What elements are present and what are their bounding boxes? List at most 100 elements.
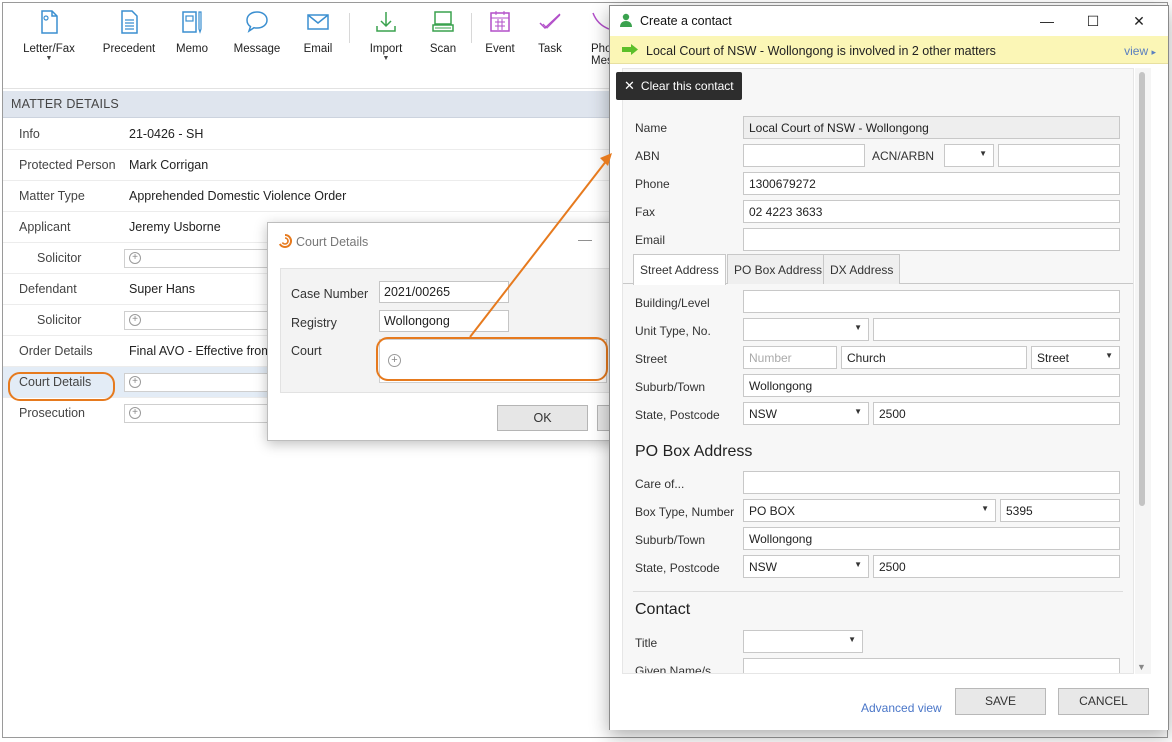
import-label: Import <box>369 43 403 55</box>
tab-street-address[interactable]: Street Address <box>633 254 726 285</box>
precedent-button[interactable]: Precedent <box>98 7 160 73</box>
chevron-down-icon: ▼ <box>1105 351 1113 360</box>
title-select[interactable]: ▼ <box>743 630 863 653</box>
postcode-input[interactable]: 2500 <box>873 402 1120 425</box>
street-number-input[interactable]: Number <box>743 346 837 369</box>
acn-type-select[interactable]: ▼ <box>944 144 994 167</box>
event-icon <box>490 11 510 32</box>
street-label: Street <box>635 352 668 366</box>
memo-label: Memo <box>176 43 208 55</box>
ribbon-separator <box>349 13 350 43</box>
case-number-label: Case Number <box>291 287 369 301</box>
care-of-label: Care of... <box>635 477 685 491</box>
import-icon <box>376 12 396 32</box>
tab-dx-address[interactable]: DX Address <box>823 254 901 284</box>
given-name-input[interactable] <box>743 658 1120 673</box>
info-label: Info <box>19 127 40 141</box>
box-type-select[interactable]: PO BOX ▼ <box>743 499 996 522</box>
abn-label: ABN <box>635 149 660 163</box>
unit-label: Unit Type, No. <box>635 324 711 338</box>
po-state-select[interactable]: NSW ▼ <box>743 555 869 578</box>
scrollbar-thumb[interactable] <box>1139 72 1145 506</box>
scan-button[interactable]: Scan <box>421 7 465 73</box>
tab-po-box-address[interactable]: PO Box Address <box>727 254 830 284</box>
unit-number-input[interactable] <box>873 318 1120 341</box>
state-select[interactable]: NSW ▼ <box>743 402 869 425</box>
maximize-icon[interactable]: ☐ <box>1082 10 1104 32</box>
chevron-down-icon: ▼ <box>854 560 862 569</box>
suburb-label: Suburb/Town <box>635 380 706 394</box>
email-icon <box>307 14 329 30</box>
acn-input[interactable] <box>998 144 1120 167</box>
phone-input[interactable]: 1300679272 <box>743 172 1120 195</box>
minimize-icon[interactable]: — <box>1036 10 1058 32</box>
create-contact-window: Create a contact — ☐ ✕ Local Court of NS… <box>609 5 1169 730</box>
ribbon-separator <box>471 13 472 43</box>
box-type-label: Box Type, Number <box>635 505 735 519</box>
building-input[interactable] <box>743 290 1120 313</box>
applicant-label: Applicant <box>19 220 71 234</box>
protected-person-value: Mark Corrigan <box>129 158 209 172</box>
care-of-input[interactable] <box>743 471 1120 494</box>
court-details-title-text: Court Details <box>296 235 369 249</box>
order-details-value: Final AVO - Effective from <box>129 344 272 358</box>
po-suburb-input[interactable]: Wollongong <box>743 527 1120 550</box>
phone-message-label-line2: Mess <box>591 55 609 67</box>
task-icon <box>539 13 561 30</box>
message-button[interactable]: Message <box>225 7 289 73</box>
close-icon[interactable]: ✕ <box>1128 10 1150 32</box>
cancel-button[interactable]: CANCEL <box>1058 688 1149 715</box>
phone-message-button[interactable]: Pho Mess <box>575 7 609 73</box>
import-button[interactable]: Import ▼ <box>359 7 413 73</box>
given-name-label: Given Name/s <box>635 664 712 674</box>
form-scrollbar[interactable]: ▼ <box>1135 68 1151 674</box>
letter-fax-button[interactable]: Letter/Fax ▼ <box>17 7 81 73</box>
abn-input[interactable] <box>743 144 865 167</box>
defendant-label: Defendant <box>19 282 77 296</box>
event-button[interactable]: Event <box>478 7 522 73</box>
name-label: Name <box>635 121 668 135</box>
task-button[interactable]: Task <box>531 7 569 73</box>
email-input[interactable] <box>743 228 1120 251</box>
ok-button[interactable]: OK <box>497 405 588 431</box>
po-postcode-input[interactable]: 2500 <box>873 555 1120 578</box>
add-icon: + <box>129 376 141 388</box>
memo-button[interactable]: Memo <box>167 7 217 73</box>
street-name-input[interactable]: Church <box>841 346 1027 369</box>
chevron-down-icon: ▼ <box>979 149 987 158</box>
view-link[interactable]: view ▸ <box>1124 44 1156 58</box>
email-button[interactable]: Email <box>295 7 341 73</box>
matter-type-value: Apprehended Domestic Violence Order <box>129 189 347 203</box>
scroll-down-icon[interactable]: ▼ <box>1137 662 1146 672</box>
unit-type-select[interactable]: ▼ <box>743 318 869 341</box>
clear-contact-label: Clear this contact <box>640 79 734 93</box>
add-icon: + <box>129 407 141 419</box>
minimize-icon[interactable]: — <box>578 231 592 247</box>
po-state-value: NSW <box>749 560 777 574</box>
phone-message-icon <box>592 12 609 30</box>
chevron-down-icon: ▼ <box>382 55 390 62</box>
suburb-input[interactable]: Wollongong <box>743 374 1120 397</box>
email-label: Email <box>635 233 666 247</box>
name-input[interactable]: Local Court of NSW - Wollongong <box>743 116 1120 139</box>
clear-contact-button[interactable]: ✕ Clear this contact <box>616 72 742 100</box>
case-number-input[interactable]: 2021/00265 <box>379 281 509 303</box>
registry-input[interactable]: Wollongong <box>379 310 509 332</box>
order-details-label: Order Details <box>19 344 93 358</box>
box-number-input[interactable]: 5395 <box>1000 499 1120 522</box>
street-type-select[interactable]: Street ▼ <box>1031 346 1120 369</box>
event-label: Event <box>485 43 515 55</box>
chevron-down-icon: ▼ <box>981 504 989 513</box>
message-label: Message <box>233 43 281 55</box>
state-value: NSW <box>749 407 777 421</box>
task-label: Task <box>538 43 562 55</box>
memo-icon <box>182 11 202 34</box>
letter-fax-label: Letter/Fax <box>23 43 75 55</box>
phone-message-label: Pho <box>591 43 609 55</box>
solicitor-label: Solicitor <box>37 313 82 327</box>
chevron-down-icon: ▼ <box>854 407 862 416</box>
save-button[interactable]: SAVE <box>955 688 1046 715</box>
advanced-view-link[interactable]: Advanced view <box>861 701 942 715</box>
fax-input[interactable]: 02 4223 3633 <box>743 200 1120 223</box>
contact-heading: Contact <box>635 601 691 618</box>
